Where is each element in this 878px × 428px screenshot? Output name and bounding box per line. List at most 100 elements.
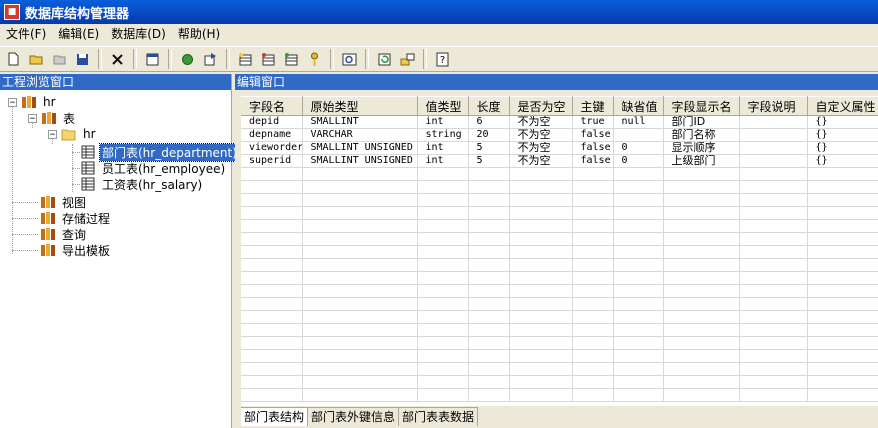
table-cell[interactable]: 6 bbox=[468, 115, 510, 129]
table-cell[interactable] bbox=[739, 193, 808, 207]
table-cell[interactable] bbox=[739, 284, 808, 298]
column-header[interactable]: 主键 bbox=[572, 96, 614, 116]
table-cell[interactable] bbox=[663, 245, 740, 259]
table-cell[interactable] bbox=[739, 115, 808, 129]
table-cell[interactable] bbox=[509, 284, 573, 298]
table-cell[interactable] bbox=[417, 349, 469, 363]
table-cell[interactable] bbox=[241, 193, 303, 207]
table-cell[interactable]: vieworder bbox=[241, 141, 303, 155]
table-cell[interactable] bbox=[302, 245, 418, 259]
table-cell[interactable] bbox=[613, 128, 664, 142]
table-cell[interactable] bbox=[417, 310, 469, 324]
table-cell[interactable] bbox=[468, 297, 510, 311]
table-cell[interactable] bbox=[807, 362, 878, 376]
table-cell[interactable] bbox=[241, 336, 303, 350]
table-cell[interactable] bbox=[417, 284, 469, 298]
table-cell[interactable]: 不为空 bbox=[509, 128, 573, 142]
table-cell[interactable]: 部门名称 bbox=[663, 128, 740, 142]
export-button[interactable] bbox=[199, 48, 221, 70]
empty-row[interactable] bbox=[241, 349, 878, 363]
table-cell[interactable] bbox=[302, 271, 418, 285]
tree-node-queries[interactable]: 查询 bbox=[40, 226, 88, 242]
menu-help[interactable]: 帮助(H) bbox=[172, 25, 226, 43]
table-cell[interactable] bbox=[739, 362, 808, 376]
table-cell[interactable] bbox=[302, 258, 418, 272]
table-cell[interactable]: 不为空 bbox=[509, 141, 573, 155]
close-file-button[interactable] bbox=[48, 48, 70, 70]
table-cell[interactable] bbox=[663, 219, 740, 233]
table-cell[interactable] bbox=[807, 232, 878, 246]
table-cell[interactable]: depname bbox=[241, 128, 303, 142]
table-cell[interactable] bbox=[572, 284, 614, 298]
table-cell[interactable] bbox=[468, 245, 510, 259]
table-cell[interactable] bbox=[417, 193, 469, 207]
table-cell[interactable] bbox=[468, 271, 510, 285]
table-cell[interactable] bbox=[572, 362, 614, 376]
table-cell[interactable] bbox=[663, 310, 740, 324]
table-cell[interactable]: {} bbox=[807, 141, 878, 155]
table-cell[interactable] bbox=[613, 271, 664, 285]
tree-node-tables[interactable]: − 表 bbox=[28, 110, 77, 126]
help-button[interactable]: ? bbox=[431, 48, 453, 70]
table-cell[interactable] bbox=[663, 193, 740, 207]
table-cell[interactable] bbox=[663, 167, 740, 181]
table-cell[interactable] bbox=[241, 375, 303, 389]
table-cell[interactable] bbox=[468, 193, 510, 207]
table-cell[interactable] bbox=[613, 245, 664, 259]
empty-row[interactable] bbox=[241, 232, 878, 246]
table-cell[interactable] bbox=[241, 180, 303, 194]
tree-item-hr-department[interactable]: 部门表(hr_department) bbox=[80, 142, 240, 162]
table-cell[interactable] bbox=[739, 245, 808, 259]
table-cell[interactable] bbox=[468, 336, 510, 350]
table-cell[interactable] bbox=[417, 258, 469, 272]
table-cell[interactable] bbox=[468, 219, 510, 233]
table-cell[interactable] bbox=[663, 284, 740, 298]
empty-row[interactable] bbox=[241, 388, 878, 402]
table-cell[interactable]: 0 bbox=[613, 141, 664, 155]
table-cell[interactable]: SMALLINT bbox=[302, 115, 418, 129]
table-cell[interactable] bbox=[613, 310, 664, 324]
table-cell[interactable] bbox=[302, 193, 418, 207]
table-cell[interactable] bbox=[663, 258, 740, 272]
table-cell[interactable]: SMALLINT UNSIGNED bbox=[302, 154, 418, 168]
table-cell[interactable] bbox=[613, 388, 664, 402]
empty-row[interactable] bbox=[241, 193, 878, 207]
connect-button[interactable] bbox=[396, 48, 418, 70]
table-cell[interactable] bbox=[241, 271, 303, 285]
table-cell[interactable] bbox=[807, 206, 878, 220]
table-cell[interactable] bbox=[417, 323, 469, 337]
empty-row[interactable] bbox=[241, 284, 878, 298]
table-cell[interactable] bbox=[572, 232, 614, 246]
table-cell[interactable]: int bbox=[417, 154, 469, 168]
key-button[interactable] bbox=[303, 48, 325, 70]
table-cell[interactable]: 不为空 bbox=[509, 115, 573, 129]
table-cell[interactable] bbox=[613, 206, 664, 220]
table-cell[interactable] bbox=[302, 349, 418, 363]
menu-database[interactable]: 数据库(D) bbox=[105, 25, 172, 43]
table-cell[interactable] bbox=[417, 232, 469, 246]
table-cell[interactable] bbox=[509, 375, 573, 389]
table-index-button[interactable] bbox=[280, 48, 302, 70]
table-cell[interactable]: false bbox=[572, 128, 614, 142]
table-cell[interactable] bbox=[663, 271, 740, 285]
table-cell[interactable] bbox=[302, 206, 418, 220]
tree-item-hr-employee[interactable]: 员工表(hr_employee) bbox=[80, 160, 227, 176]
table-cell[interactable] bbox=[572, 180, 614, 194]
table-cell[interactable] bbox=[241, 167, 303, 181]
tree-node-root[interactable]: − hr bbox=[8, 94, 58, 110]
table-cell[interactable] bbox=[417, 388, 469, 402]
table-cell[interactable]: {} bbox=[807, 115, 878, 129]
table-cell[interactable] bbox=[572, 193, 614, 207]
properties-button[interactable] bbox=[141, 48, 163, 70]
table-cell[interactable]: true bbox=[572, 115, 614, 129]
column-header[interactable]: 是否为空 bbox=[509, 96, 573, 116]
table-cell[interactable]: superid bbox=[241, 154, 303, 168]
empty-row[interactable] bbox=[241, 206, 878, 220]
table-cell[interactable] bbox=[509, 219, 573, 233]
table-row[interactable]: vieworder SMALLINT UNSIGNED int 5 不为空 false 0 显… bbox=[241, 141, 878, 155]
table-cell[interactable] bbox=[509, 362, 573, 376]
table-cell[interactable] bbox=[302, 375, 418, 389]
table-cell[interactable] bbox=[739, 180, 808, 194]
table-cell[interactable] bbox=[807, 375, 878, 389]
table-cell[interactable]: int bbox=[417, 115, 469, 129]
